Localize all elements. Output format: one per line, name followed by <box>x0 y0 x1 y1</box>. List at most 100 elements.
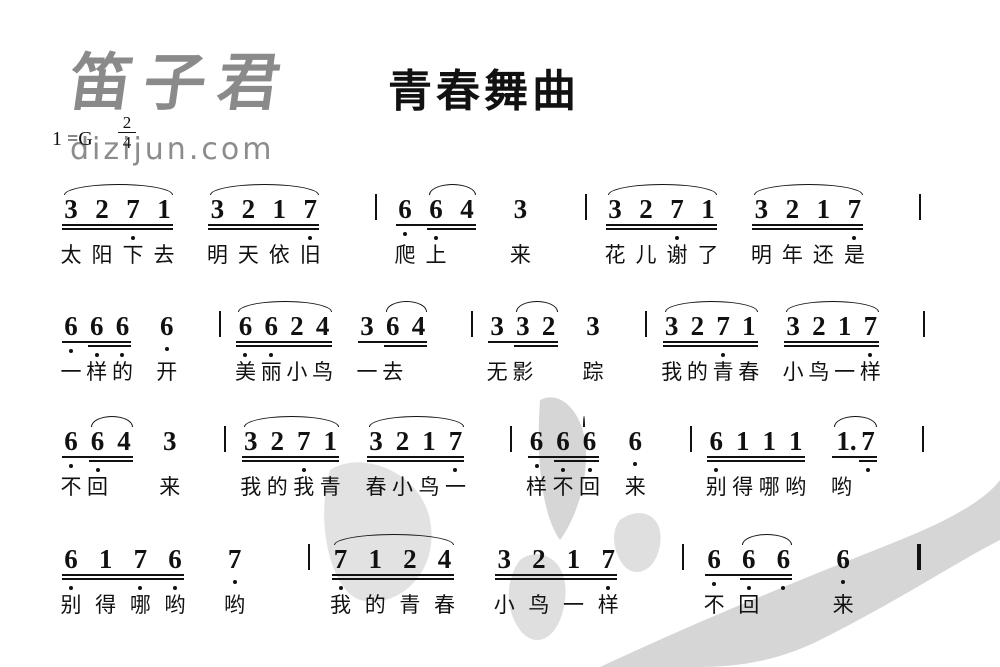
underline <box>358 341 428 343</box>
note: 3 <box>754 194 769 224</box>
lyric: 来 <box>624 475 646 499</box>
low-octave-dot <box>674 236 679 240</box>
note: 7 <box>303 194 318 224</box>
underline <box>662 345 758 347</box>
low-octave-dot <box>781 586 786 590</box>
note: 1 <box>422 426 436 456</box>
lyric: 一 <box>356 360 378 384</box>
note: 6 <box>628 426 642 456</box>
note: 1 <box>272 194 287 224</box>
low-octave-dot <box>633 462 638 466</box>
note: 2 <box>639 194 653 224</box>
lyric: 得 <box>732 475 754 499</box>
lyric: 我 <box>293 475 315 499</box>
note: 3 <box>243 426 258 456</box>
note: 4 <box>437 544 452 574</box>
note: 3 <box>64 194 78 224</box>
low-octave-dot <box>338 586 343 590</box>
note: 7 <box>847 194 862 224</box>
low-octave-dot <box>120 353 125 357</box>
barline <box>689 426 692 452</box>
lyric: 下 <box>122 243 144 267</box>
note: 3 <box>586 311 600 341</box>
note: 7 <box>227 544 242 574</box>
underline <box>366 456 465 458</box>
low-octave-dot <box>94 353 99 357</box>
barline <box>470 311 473 337</box>
note: 1 <box>98 544 113 574</box>
note: 3 <box>664 311 679 341</box>
underline <box>784 341 880 343</box>
note: 1 <box>762 426 777 456</box>
note: 6 <box>556 426 570 456</box>
underline <box>707 460 805 462</box>
lyric: 样 <box>526 475 548 499</box>
underline <box>62 456 134 458</box>
slur <box>582 416 585 427</box>
lyric: 来 <box>509 243 531 267</box>
underline <box>426 228 476 230</box>
low-octave-dot <box>402 232 407 236</box>
note: 3 <box>608 194 622 224</box>
lyric: 小 <box>286 360 308 384</box>
note: 4 <box>117 426 131 456</box>
barline <box>509 426 512 452</box>
lyric: 的 <box>686 360 708 384</box>
underline <box>62 341 132 343</box>
barline <box>919 194 922 220</box>
note: 2 <box>241 194 256 224</box>
note: 6 <box>64 311 78 341</box>
lyric: 样 <box>597 593 619 617</box>
lyric: 鸟 <box>312 360 334 384</box>
underline <box>513 345 558 347</box>
lyric: 鸟 <box>528 593 550 617</box>
note: 6 <box>160 311 174 341</box>
note: 4 <box>460 194 474 224</box>
slur <box>333 534 454 545</box>
low-octave-dot <box>232 580 237 584</box>
low-octave-dot <box>138 586 143 590</box>
slur <box>515 301 558 312</box>
note: 2 <box>541 311 556 341</box>
score: 3太2阳7下1去3明2天1依7旧6爬6上43来3花2儿7谢1了3明2年1还7是6… <box>0 0 1000 667</box>
low-octave-dot <box>587 468 592 472</box>
lyric: 了 <box>697 243 719 267</box>
underline <box>208 224 320 226</box>
note: 3 <box>210 194 225 224</box>
low-octave-dot <box>243 353 248 357</box>
lyric: 不 <box>703 593 725 617</box>
low-octave-dot <box>433 236 438 240</box>
slur <box>834 416 877 427</box>
lyric: 明 <box>206 243 228 267</box>
note: 2 <box>95 194 109 224</box>
barline <box>681 544 684 570</box>
low-octave-dot <box>95 468 100 472</box>
note: 7 <box>297 426 311 456</box>
note: 7 <box>716 311 730 341</box>
note: 6 <box>90 426 105 456</box>
underline <box>241 460 340 462</box>
note: 3 <box>516 311 530 341</box>
lyric: 春 <box>738 360 760 384</box>
lyric: 哟 <box>830 475 852 499</box>
barline <box>645 311 648 337</box>
lyric: 旧 <box>299 243 321 267</box>
note: 6 <box>529 426 544 456</box>
barline <box>922 311 925 337</box>
lyric: 哟 <box>164 593 186 617</box>
barline <box>375 194 378 220</box>
lyric: 回 <box>87 475 109 499</box>
barline <box>308 544 311 570</box>
note: 4 <box>411 311 426 341</box>
note: 1 <box>323 426 338 456</box>
underline <box>606 228 717 230</box>
lyric: 哟 <box>785 475 807 499</box>
slur <box>428 184 476 195</box>
low-octave-dot <box>269 353 274 357</box>
lyric: 来 <box>832 593 854 617</box>
lyric: 儿 <box>635 243 657 267</box>
note: 6 <box>64 544 78 574</box>
note: 6 <box>429 194 443 224</box>
lyric: 我 <box>240 475 262 499</box>
lyric: 一 <box>60 360 82 384</box>
